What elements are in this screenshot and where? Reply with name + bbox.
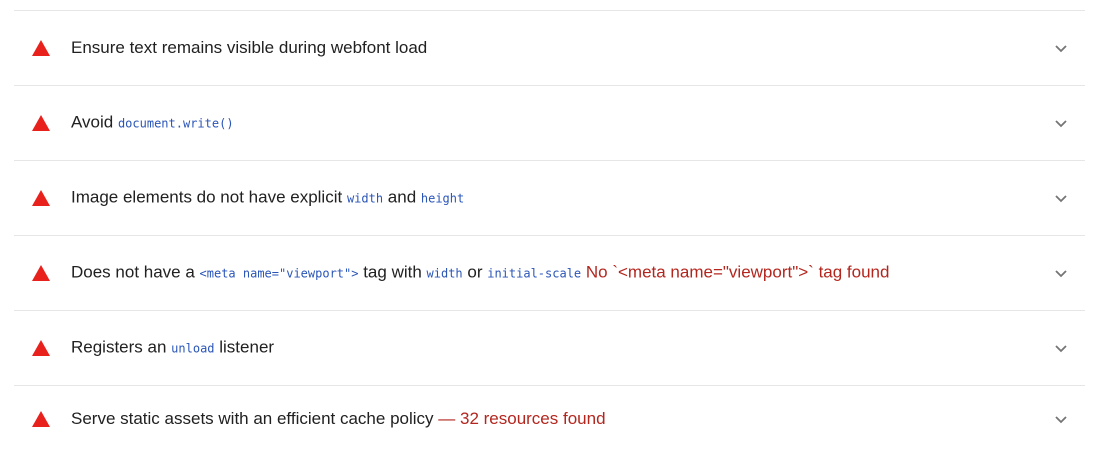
chevron-down-icon[interactable] [1053, 40, 1069, 56]
chevron-down-icon[interactable] [1053, 115, 1069, 131]
code-snippet: unload [171, 341, 215, 356]
chevron-down-icon[interactable] [1053, 265, 1069, 281]
audit-title-text: tag with [358, 262, 427, 282]
audit-title: Serve static assets with an efficient ca… [71, 408, 1025, 430]
code-snippet: width [346, 191, 384, 206]
chevron-down-icon[interactable] [1053, 411, 1069, 427]
audit-title-text: or [462, 262, 488, 282]
audit-list: Ensure text remains visible during webfo… [0, 0, 1099, 451]
audit-title: Avoid document.write() [71, 112, 1025, 135]
fail-triangle-icon [32, 265, 50, 281]
fail-triangle-icon [32, 40, 50, 56]
audit-title-text: Avoid [71, 112, 118, 132]
chevron-down-icon[interactable] [1053, 190, 1069, 206]
code-snippet: document.write() [117, 116, 234, 131]
audit-title-text: Image elements do not have explicit [71, 187, 347, 207]
chevron-down-icon[interactable] [1053, 340, 1069, 356]
code-snippet: initial-scale [487, 266, 582, 281]
audit-title-text: Registers an [71, 337, 172, 357]
fail-triangle-icon [32, 115, 50, 131]
code-snippet: <meta name="viewport"> [199, 266, 359, 281]
audit-row-viewport[interactable]: Does not have a <meta name="viewport"> t… [14, 236, 1085, 311]
audit-title-text: Ensure text remains visible during webfo… [71, 38, 428, 57]
audit-title: Registers an unload listener [71, 337, 1025, 360]
audit-title: Ensure text remains visible during webfo… [71, 37, 1025, 59]
audit-row-image-dimensions[interactable]: Image elements do not have explicit widt… [14, 161, 1085, 236]
fail-triangle-icon [32, 340, 50, 356]
audit-display-value: No `<meta name="viewport">` tag found [585, 262, 890, 282]
fail-triangle-icon [32, 410, 50, 427]
audit-title-text: Serve static assets with an efficient ca… [71, 408, 439, 428]
audit-title: Image elements do not have explicit widt… [71, 187, 1025, 210]
audit-display-value: — 32 resources found [438, 408, 606, 428]
audit-title-text: Does not have a [71, 262, 200, 282]
audit-row-webfont[interactable]: Ensure text remains visible during webfo… [14, 11, 1085, 86]
audit-title-text: and [383, 187, 421, 207]
code-snippet: width [426, 266, 463, 281]
audit-title-text: listener [214, 337, 275, 357]
audit-title: Does not have a <meta name="viewport"> t… [71, 262, 1025, 285]
code-snippet: height [420, 191, 465, 206]
fail-triangle-icon [32, 190, 50, 206]
audit-row-cache-policy[interactable]: Serve static assets with an efficient ca… [14, 386, 1085, 451]
audit-row-document-write[interactable]: Avoid document.write() [14, 86, 1085, 161]
audit-row-unload[interactable]: Registers an unload listener [14, 311, 1085, 386]
